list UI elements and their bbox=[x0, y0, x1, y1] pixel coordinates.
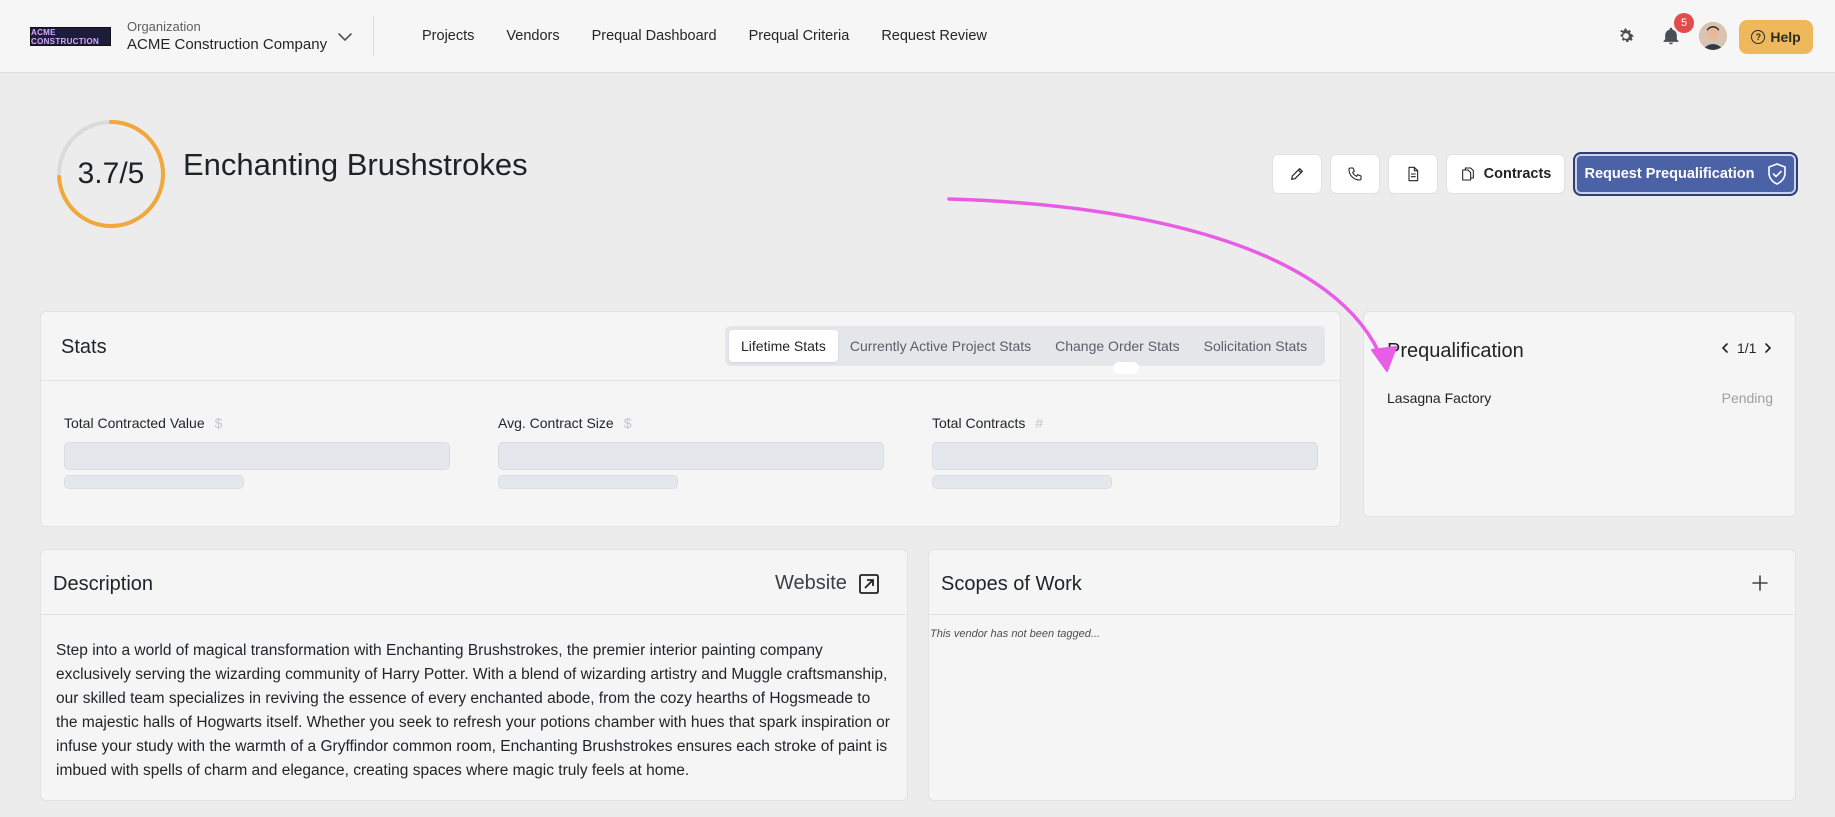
help-label: Help bbox=[1770, 29, 1801, 45]
divider bbox=[929, 614, 1795, 615]
chevron-right-icon[interactable] bbox=[1762, 342, 1774, 354]
dollar-icon: $ bbox=[214, 415, 223, 431]
tabs-scrollbar[interactable] bbox=[1113, 362, 1139, 374]
scopes-of-work-card: Scopes of Work This vendor has not been … bbox=[928, 549, 1796, 801]
dollar-icon: $ bbox=[623, 415, 632, 431]
prequalification-card: Prequalification 1/1 Lasagna Factory Pen… bbox=[1363, 311, 1796, 517]
loading-skeleton bbox=[64, 475, 244, 489]
avatar[interactable] bbox=[1699, 22, 1727, 50]
description-title: Description bbox=[53, 573, 154, 595]
description-text: Step into a world of magical transformat… bbox=[56, 642, 890, 779]
nav-link-prequal-dashboard[interactable]: Prequal Dashboard bbox=[592, 28, 717, 44]
logo-text: ACME CONSTRUCTION bbox=[31, 27, 100, 46]
stat-total-contracted-value: Total Contracted Value $ bbox=[64, 415, 450, 489]
plus-icon[interactable] bbox=[1749, 572, 1771, 594]
vendor-score: 3.7/5 bbox=[77, 157, 145, 190]
stat-avg-contract-size: Avg. Contract Size $ bbox=[498, 415, 884, 489]
stat-label: Total Contracts bbox=[932, 415, 1026, 431]
loading-skeleton bbox=[498, 475, 678, 489]
divider bbox=[41, 380, 1340, 381]
loading-skeleton bbox=[932, 475, 1112, 489]
document-button[interactable] bbox=[1388, 154, 1438, 194]
request-prequalification-button[interactable]: Request Prequalification bbox=[1573, 152, 1798, 196]
nav-links: Projects Vendors Prequal Dashboard Prequ… bbox=[422, 28, 987, 44]
shield-check-icon bbox=[1767, 163, 1786, 185]
page-title: Enchanting Brushstrokes bbox=[183, 147, 528, 182]
gear-icon[interactable] bbox=[1616, 26, 1636, 46]
tab-change-order-stats[interactable]: Change Order Stats bbox=[1043, 330, 1192, 362]
stats-card: Stats Lifetime Stats Currently Active Pr… bbox=[40, 311, 1341, 527]
avatar-image bbox=[1699, 22, 1727, 50]
organization-logo[interactable]: ACME CONSTRUCTION bbox=[30, 27, 111, 46]
edit-button[interactable] bbox=[1272, 154, 1322, 194]
prequalification-title: Prequalification bbox=[1387, 340, 1524, 362]
nav-link-vendors[interactable]: Vendors bbox=[506, 28, 559, 44]
contracts-button[interactable]: Contracts bbox=[1446, 154, 1565, 194]
contracts-label: Contracts bbox=[1483, 166, 1552, 182]
org-label: Organization bbox=[127, 19, 201, 34]
chevron-left-icon[interactable] bbox=[1719, 342, 1731, 354]
nav-link-projects[interactable]: Projects bbox=[422, 28, 474, 44]
stat-total-contracts: Total Contracts # bbox=[932, 415, 1318, 489]
nav-link-request-review[interactable]: Request Review bbox=[881, 28, 987, 44]
loading-skeleton bbox=[64, 442, 450, 470]
nav-link-prequal-criteria[interactable]: Prequal Criteria bbox=[749, 28, 850, 44]
website-link[interactable]: Website bbox=[775, 572, 879, 595]
pager-count: 1/1 bbox=[1737, 340, 1757, 356]
stats-title: Stats bbox=[61, 336, 107, 358]
loading-skeleton bbox=[932, 442, 1318, 470]
top-navigation-bar: ACME CONSTRUCTION Organization ACME Cons… bbox=[0, 0, 1835, 73]
status-badge: Pending bbox=[1721, 390, 1773, 406]
tab-solicitation-stats[interactable]: Solicitation Stats bbox=[1192, 330, 1320, 362]
question-icon: ? bbox=[1751, 30, 1766, 44]
scopes-empty-text: This vendor has not been tagged... bbox=[930, 628, 1101, 640]
phone-icon bbox=[1348, 167, 1362, 181]
website-label: Website bbox=[775, 572, 847, 594]
contracts-icon bbox=[1461, 167, 1474, 181]
tab-currently-active-project-stats[interactable]: Currently Active Project Stats bbox=[838, 330, 1043, 362]
chevron-down-icon[interactable] bbox=[336, 28, 354, 46]
pencil-icon bbox=[1291, 168, 1303, 180]
stat-label: Avg. Contract Size bbox=[498, 415, 614, 431]
external-link-icon bbox=[858, 573, 879, 594]
call-button[interactable] bbox=[1330, 154, 1380, 194]
notification-badge: 5 bbox=[1674, 13, 1694, 33]
scopes-of-work-title: Scopes of Work bbox=[941, 573, 1082, 595]
request-prequalification-label: Request Prequalification bbox=[1584, 166, 1755, 182]
divider bbox=[41, 614, 907, 615]
nav-divider bbox=[373, 16, 374, 56]
org-name[interactable]: ACME Construction Company bbox=[127, 36, 327, 53]
description-card: Description Website Step into a world of… bbox=[40, 549, 908, 801]
tab-lifetime-stats[interactable]: Lifetime Stats bbox=[729, 330, 838, 362]
stat-label: Total Contracted Value bbox=[64, 415, 205, 431]
loading-skeleton bbox=[498, 442, 884, 470]
prequalification-row[interactable]: Lasagna Factory Pending bbox=[1387, 390, 1773, 406]
help-button[interactable]: ? Help bbox=[1739, 20, 1813, 54]
document-icon bbox=[1408, 166, 1419, 182]
prequalification-name: Lasagna Factory bbox=[1387, 390, 1492, 406]
hash-icon: # bbox=[1035, 415, 1044, 431]
stats-tabs: Lifetime Stats Currently Active Project … bbox=[725, 326, 1325, 366]
prequalification-pager: 1/1 bbox=[1719, 340, 1774, 356]
